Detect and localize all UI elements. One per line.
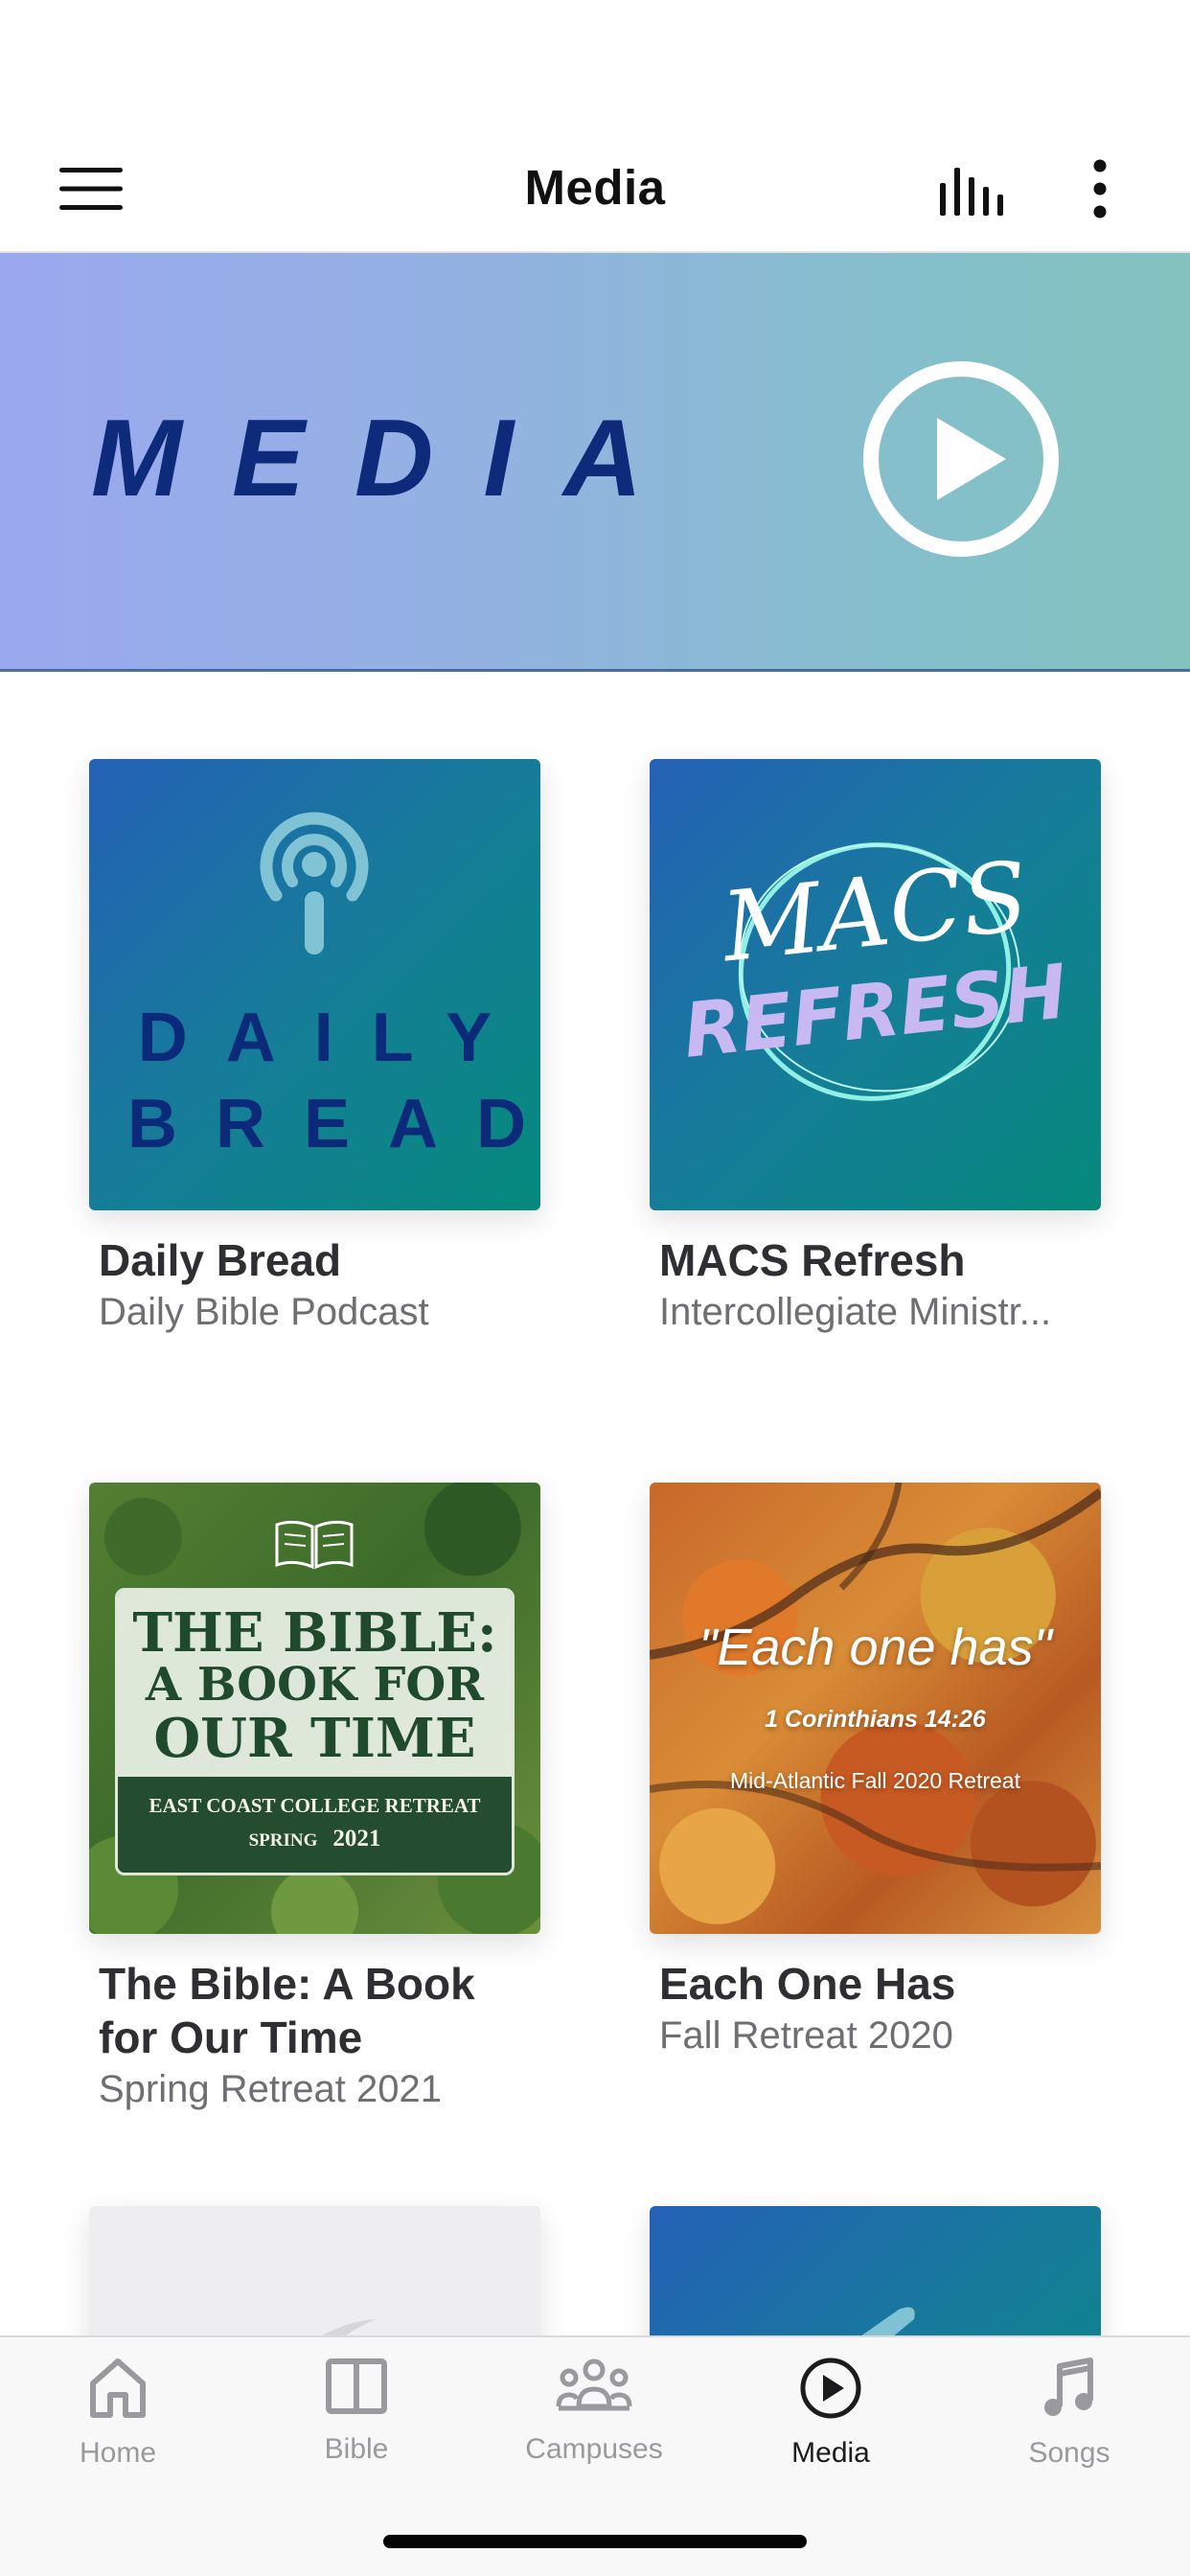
tab-label: Bible <box>324 2433 389 2465</box>
art-line-the-bible: THE BIBLE: <box>132 1601 497 1665</box>
art-line-spring: SPRING <box>248 1830 318 1851</box>
play-circle-icon <box>800 2358 861 2419</box>
tab-home[interactable]: Home <box>12 2357 223 2500</box>
art-line-spring-2021: SPRING 2021 <box>118 1827 512 1851</box>
hero-title: MEDIA <box>91 398 693 519</box>
media-card-daily-bread[interactable]: DAILY BREAD Daily Bread Daily Bible Podc… <box>89 759 540 1337</box>
media-card-each-one-has[interactable]: "Each one has" 1 Corinthians 14:26 Mid-A… <box>650 1483 1101 2060</box>
art-retreat-name: Mid-Atlantic Fall 2020 Retreat <box>730 1768 1020 1793</box>
card-title: Daily Bread <box>99 1235 342 1285</box>
media-hero-banner[interactable]: MEDIA <box>0 253 1190 672</box>
art-line-daily: DAILY <box>137 1000 531 1076</box>
art-line-east-coast: EAST COAST COLLEGE RETREAT <box>149 1794 481 1817</box>
podcast-icon <box>260 812 369 954</box>
music-note-icon <box>1044 2358 1093 2416</box>
retreat-title-panel: THE BIBLE: A BOOK FOR OUR TIME EAST COAS… <box>115 1588 515 1875</box>
panel-bottom <box>118 1777 512 1873</box>
art-line-bread: BREAD <box>127 1086 540 1162</box>
play-circle-icon[interactable] <box>862 360 1060 558</box>
card-title: The Bible: A Book for Our Time <box>99 1959 475 2062</box>
media-screen: Media MEDIA DAILY BREAD Daily Bread Dail… <box>0 0 1190 2576</box>
tab-campuses[interactable]: Campuses <box>489 2357 699 2500</box>
art-quote: "Each one has" <box>698 1619 1052 1676</box>
tab-label: Home <box>79 2437 157 2469</box>
card-title: MACS Refresh <box>659 1235 966 1285</box>
more-options-button[interactable] <box>1073 153 1127 224</box>
tab-label: Media <box>791 2437 870 2469</box>
open-book-icon <box>275 1520 354 1570</box>
card-subtitle: Fall Retreat 2020 <box>659 2014 953 2057</box>
art-line-a-book-for: A BOOK FOR <box>145 1658 485 1712</box>
home-indicator[interactable] <box>383 2535 807 2548</box>
art-line-our-time: OUR TIME <box>153 1707 476 1770</box>
each-one-has-artwork[interactable]: "Each one has" 1 Corinthians 14:26 Mid-A… <box>650 1483 1101 1934</box>
daily-bread-artwork[interactable]: DAILY BREAD <box>89 759 540 1210</box>
home-icon <box>90 2358 146 2418</box>
audio-levels-icon <box>940 168 1003 216</box>
book-icon <box>326 2358 387 2414</box>
people-group-icon <box>556 2358 632 2411</box>
tab-bible[interactable]: Bible <box>251 2357 462 2500</box>
art-verse: 1 Corinthians 14:26 <box>765 1706 986 1733</box>
card-subtitle: Daily Bible Podcast <box>99 1291 429 1333</box>
bible-retreat-artwork[interactable]: THE BIBLE: A BOOK FOR OUR TIME EAST COAS… <box>89 1483 540 1934</box>
macs-refresh-artwork[interactable]: MACS REFRESH <box>650 759 1101 1210</box>
tab-label: Campuses <box>525 2433 663 2465</box>
audio-player-button[interactable] <box>929 153 1016 224</box>
card-title: Each One Has <box>659 1959 956 2009</box>
tab-media[interactable]: Media <box>725 2357 936 2500</box>
card-subtitle: Intercollegiate Ministr... <box>659 1291 1052 1333</box>
tab-label: Songs <box>1028 2437 1110 2469</box>
navigation-bar: Media <box>0 0 1190 253</box>
tab-songs[interactable]: Songs <box>964 2357 1175 2500</box>
vertical-ellipsis-icon <box>1093 159 1107 218</box>
card-subtitle: Spring Retreat 2021 <box>99 2068 443 2110</box>
media-card-macs-refresh[interactable]: MACS REFRESH MACS Refresh Intercollegiat… <box>650 759 1101 1337</box>
media-card-bible-book-for-our-time[interactable]: THE BIBLE: A BOOK FOR OUR TIME EAST COAS… <box>89 1483 540 2114</box>
art-line-2021: 2021 <box>332 1826 381 1852</box>
